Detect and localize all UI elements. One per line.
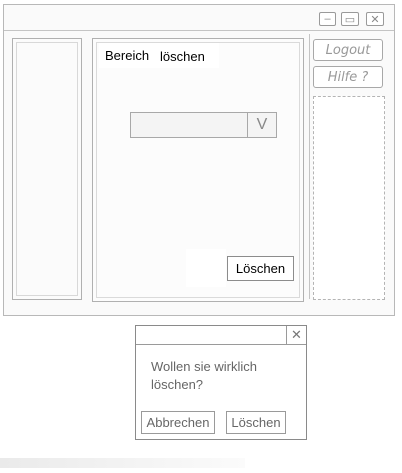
maximize-button[interactable]: ▭ — [341, 12, 359, 26]
right-sidebar — [313, 96, 385, 300]
page-title-part1: Bereich — [105, 48, 150, 63]
window-close-button[interactable]: ✕ — [366, 12, 384, 26]
right-divider — [309, 34, 310, 299]
confirm-delete-button[interactable]: Löschen — [226, 411, 286, 434]
dialog-close-icon[interactable]: ✕ — [287, 326, 306, 344]
button-background — [186, 249, 226, 287]
cancel-button[interactable]: Abbrechen — [141, 411, 215, 434]
dialog-titlebar-divider — [136, 344, 306, 345]
left-sidebar-inner — [16, 42, 78, 296]
dialog-message: Wollen sie wirklich löschen? — [151, 359, 257, 392]
page-title-part2: löschen — [160, 49, 205, 64]
maximize-icon: ▭ — [344, 13, 356, 26]
minimize-button[interactable]: – — [319, 12, 336, 26]
scan-smudge — [0, 458, 245, 468]
titlebar-divider — [4, 30, 394, 31]
chevron-down-icon[interactable]: V — [249, 116, 275, 134]
logout-button[interactable]: Logout — [313, 39, 383, 61]
select-divider — [247, 112, 248, 138]
delete-button[interactable]: Löschen — [227, 256, 294, 281]
help-button[interactable]: Hilfe ? — [313, 66, 383, 88]
close-icon: ✕ — [370, 13, 380, 26]
minimize-icon: – — [324, 13, 331, 25]
